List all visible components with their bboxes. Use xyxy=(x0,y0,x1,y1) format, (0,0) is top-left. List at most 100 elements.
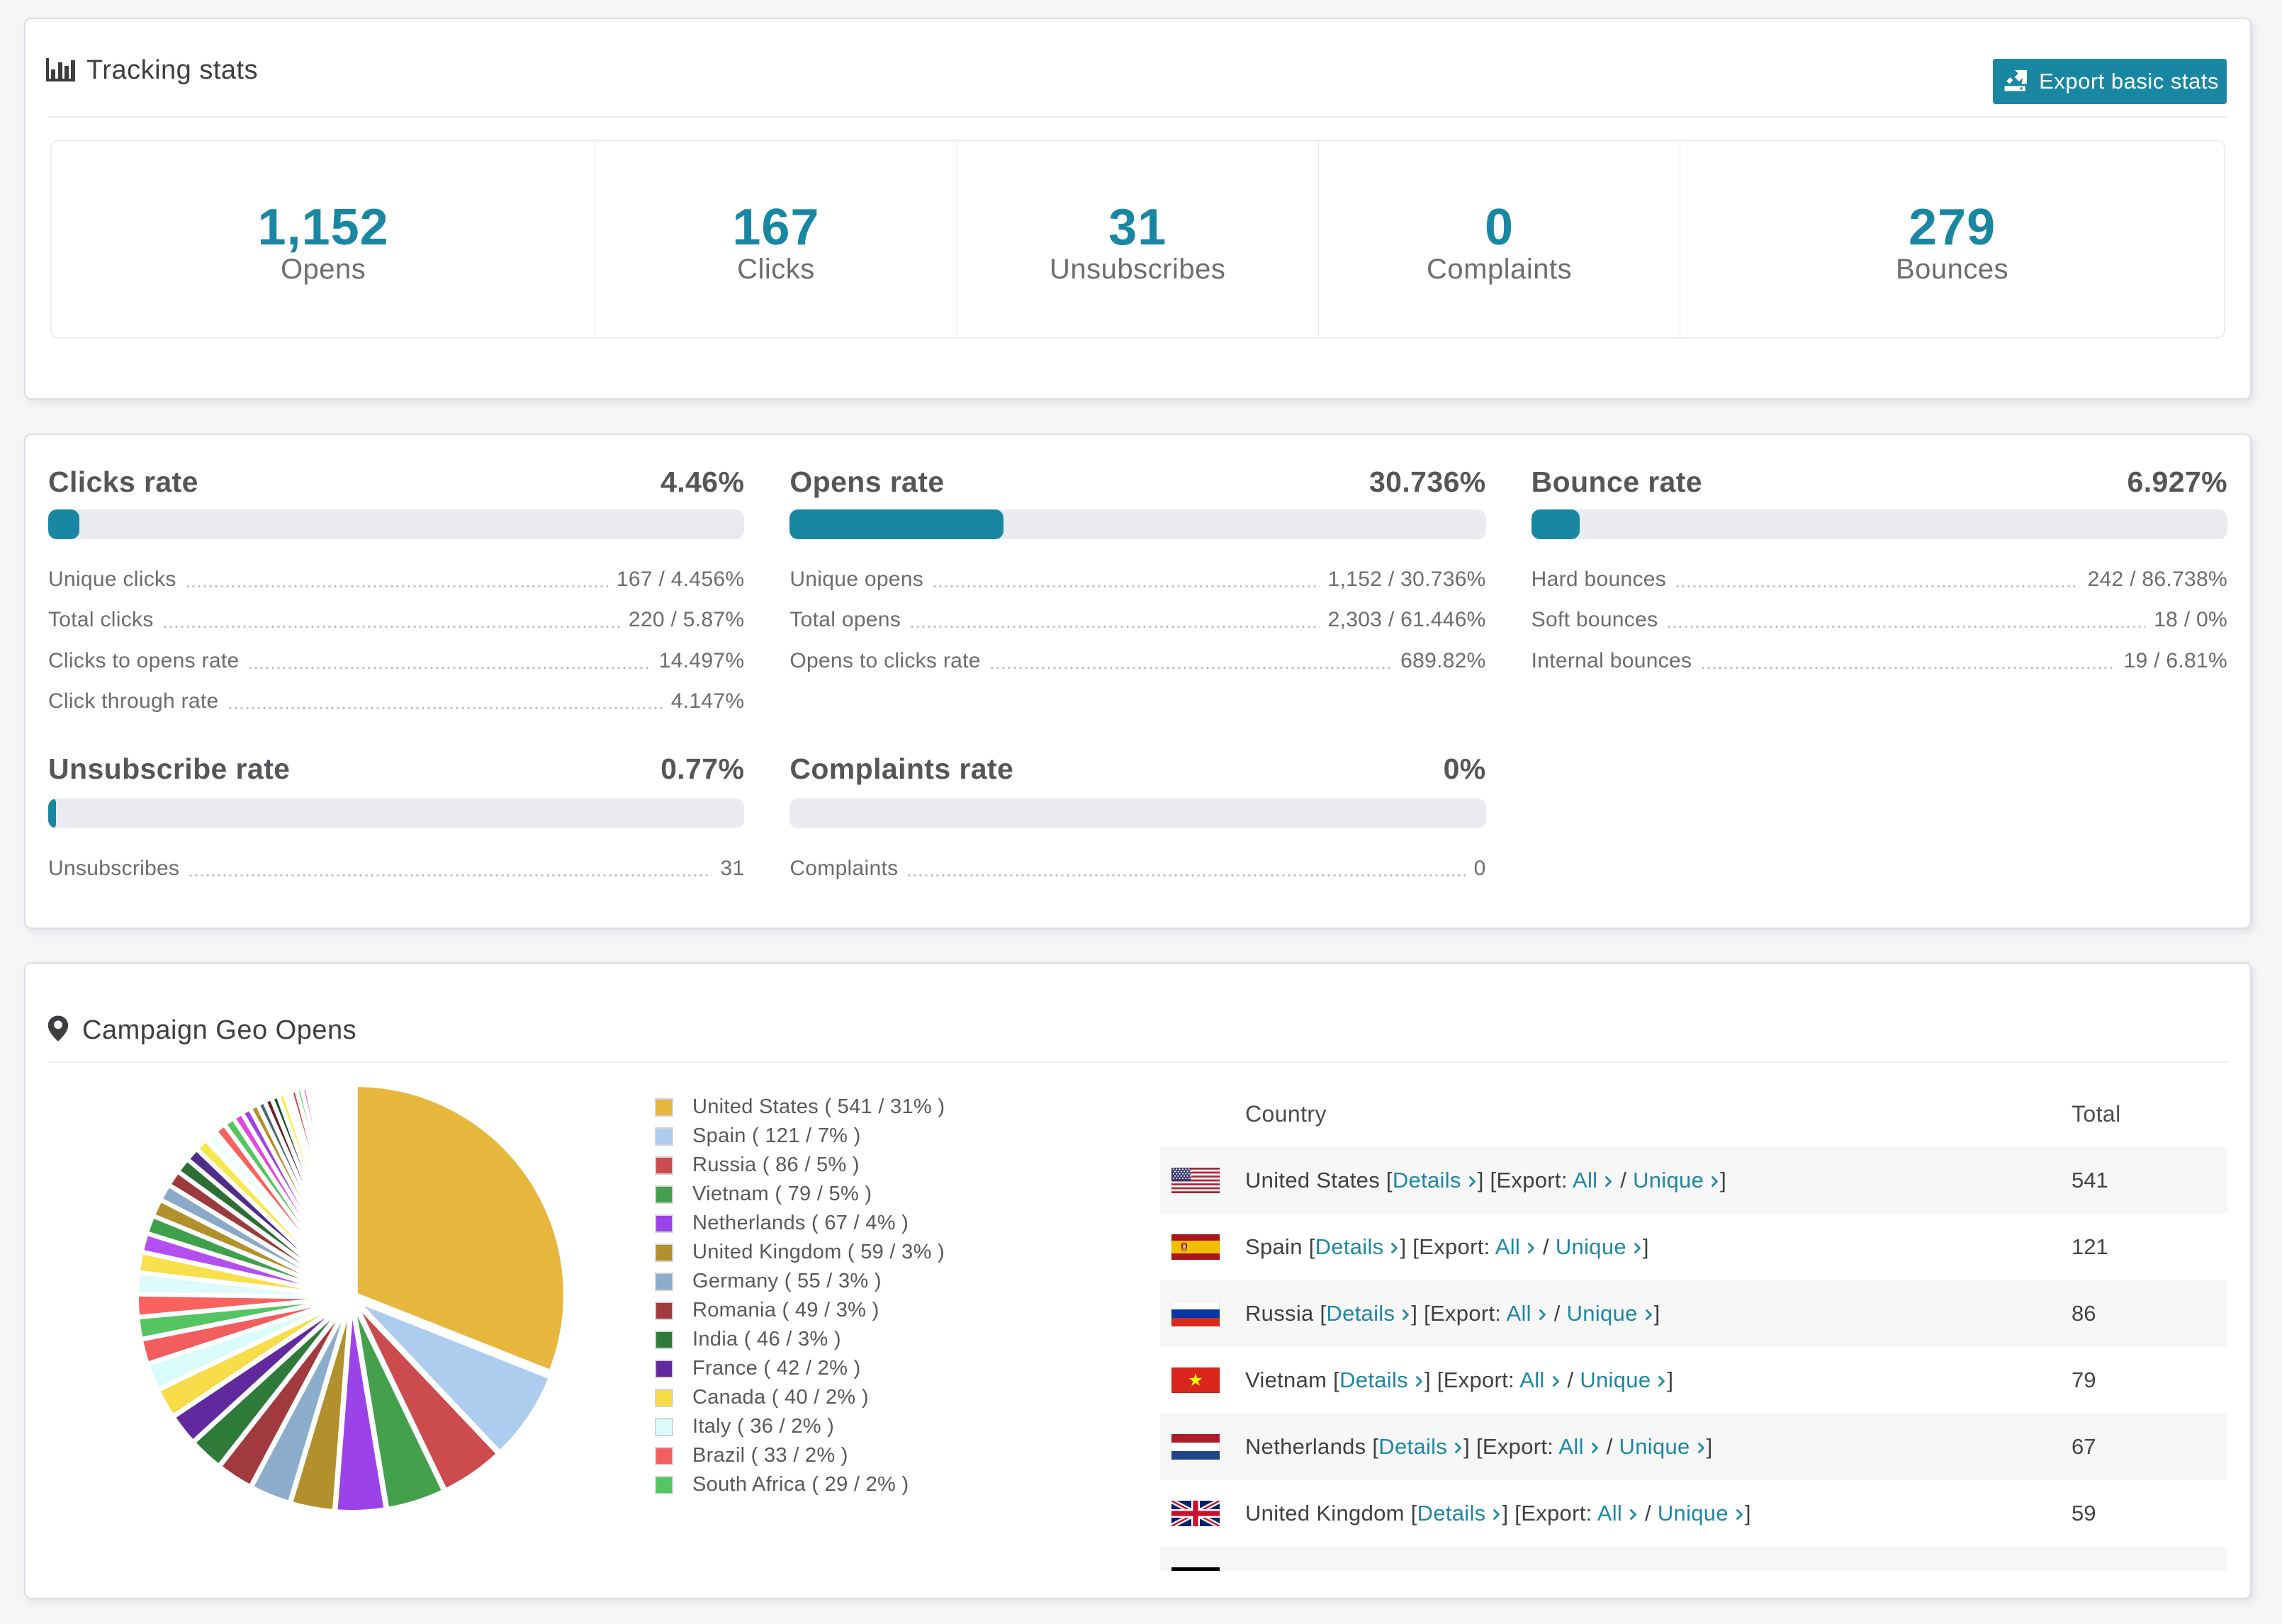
chevron-right-icon xyxy=(1528,1243,1535,1253)
rate-row-label: Soft bounces xyxy=(1531,608,1658,632)
rate-row-unique-opens: Unique opens 1,152 / 30.736% xyxy=(789,559,1485,600)
rate-row-value: 18 / 0% xyxy=(2154,608,2227,632)
dotted-leader xyxy=(247,641,651,682)
legend-item-vietnam: Vietnam ( 79 / 5% ) xyxy=(655,1180,945,1209)
geo-row-links: United Kingdom [Details] [Export: All / … xyxy=(1245,1501,1751,1526)
rate-row-value: 1,152 / 30.736% xyxy=(1327,567,1486,591)
stat-value: 167 xyxy=(732,199,820,256)
geo-title: Campaign Geo Opens xyxy=(82,1015,357,1045)
export-unique-link[interactable]: Unique xyxy=(1619,1434,1690,1459)
geo-legend: United States ( 541 / 31% ) Spain ( 121 /… xyxy=(655,1093,945,1499)
rate-progress-track xyxy=(1531,509,2227,539)
export-label: Export: xyxy=(1482,1434,1554,1459)
geo-table-header: Country Total xyxy=(1160,1063,2227,1147)
geo-header: Campaign Geo Opens xyxy=(47,964,2227,1063)
stat-cell-bounces: 279 Bounces xyxy=(1680,141,2224,337)
legend-label: India ( 46 / 3% ) xyxy=(692,1328,841,1350)
chevron-right-icon xyxy=(1591,1443,1598,1453)
legend-swatch xyxy=(655,1446,673,1465)
rate-title: Unsubscribe rate xyxy=(48,752,291,785)
tracking-stats-header: Tracking stats xyxy=(46,19,2227,118)
country-name: Russia xyxy=(1245,1301,1314,1326)
details-link[interactable]: Details xyxy=(1339,1368,1408,1392)
geo-pie-chart[interactable] xyxy=(87,1080,616,1571)
legend-swatch xyxy=(655,1417,673,1436)
legend-swatch xyxy=(655,1243,673,1262)
legend-item-france: France ( 42 / 2% ) xyxy=(655,1354,945,1383)
legend-swatch xyxy=(655,1359,673,1378)
export-all-link[interactable]: All xyxy=(1558,1434,1583,1459)
details-link[interactable]: Details xyxy=(1378,1434,1447,1459)
rate-row-value: 167 / 4.456% xyxy=(616,567,745,591)
geo-table-row-nl: Netherlands [Details] [Export: All / Uni… xyxy=(1160,1414,2227,1480)
rate-value: 4.46% xyxy=(661,466,745,498)
tracking-stats-title: Tracking stats xyxy=(86,55,259,85)
export-all-link[interactable]: All xyxy=(1507,1301,1531,1326)
legend-item-united-states: United States ( 541 / 31% ) xyxy=(655,1093,945,1122)
stat-label: Bounces xyxy=(1895,254,2009,285)
export-all-link[interactable]: All xyxy=(1530,1567,1555,1571)
export-unique-link[interactable]: Unique xyxy=(1590,1567,1661,1571)
export-unique-link[interactable]: Unique xyxy=(1658,1501,1729,1526)
rate-row-hard-bounces: Hard bounces 242 / 86.738% xyxy=(1531,559,2227,600)
chevron-right-icon xyxy=(1605,1176,1612,1187)
export-label: Export: xyxy=(1454,1567,1524,1571)
stat-label: Complaints xyxy=(1426,254,1573,285)
details-link[interactable]: Details xyxy=(1393,1168,1461,1192)
rate-row-value: 19 / 6.81% xyxy=(2123,648,2227,672)
dotted-leader xyxy=(162,599,620,641)
dotted-leader xyxy=(909,599,1320,641)
details-link[interactable]: Details xyxy=(1349,1567,1418,1571)
map-pin-icon xyxy=(47,1015,69,1042)
export-all-link[interactable]: All xyxy=(1573,1168,1597,1192)
rate-value: 0.77% xyxy=(661,752,745,785)
rate-section-complaints-rate: Complaints rate 0% Complaints 0 xyxy=(789,752,1486,889)
dotted-leader xyxy=(184,559,608,600)
export-unique-link[interactable]: Unique xyxy=(1633,1168,1704,1192)
chevron-right-icon xyxy=(1403,1309,1410,1320)
chevron-right-icon xyxy=(1455,1443,1462,1453)
export-basic-stats-button[interactable]: Export basic stats xyxy=(1993,59,2227,104)
legend-item-russia: Russia ( 86 / 5% ) xyxy=(655,1151,945,1180)
rate-progress-fill xyxy=(789,509,1004,539)
export-button-label: Export basic stats xyxy=(2039,69,2219,94)
geo-row-total: 121 xyxy=(2072,1234,2108,1259)
legend-item-romania: Romania ( 49 / 3% ) xyxy=(655,1296,945,1325)
flag-es xyxy=(1171,1234,1220,1260)
stat-value: 31 xyxy=(1108,199,1167,256)
pie-slice-59[interactable] xyxy=(348,1080,354,1295)
country-name: Netherlands xyxy=(1245,1434,1366,1459)
legend-label: United States ( 541 / 31% ) xyxy=(692,1095,945,1118)
details-link[interactable]: Details xyxy=(1417,1501,1486,1526)
details-link[interactable]: Details xyxy=(1326,1301,1395,1326)
export-unique-link[interactable]: Unique xyxy=(1567,1301,1638,1326)
chevron-right-icon xyxy=(1634,1243,1641,1253)
flag-nl xyxy=(1171,1434,1220,1460)
chevron-right-icon xyxy=(1736,1509,1743,1520)
export-label: Export: xyxy=(1430,1301,1502,1326)
rate-progress-fill xyxy=(48,509,79,539)
geo-row-links: Russia [Details] [Export: All / Unique] xyxy=(1245,1301,1660,1326)
chevron-right-icon xyxy=(1391,1243,1398,1253)
flag-ru xyxy=(1171,1301,1220,1326)
country-name: United Kingdom xyxy=(1245,1501,1405,1526)
legend-label: South Africa ( 29 / 2% ) xyxy=(692,1473,909,1496)
export-all-link[interactable]: All xyxy=(1519,1368,1544,1392)
rate-row-total-opens: Total opens 2,303 / 61.446% xyxy=(789,599,1486,641)
geo-table-row-vn: Vietnam [Details] [Export: All / Unique]… xyxy=(1160,1347,2227,1414)
geo-col-total: Total xyxy=(2072,1101,2121,1127)
dotted-leader xyxy=(227,681,663,722)
legend-label: Vietnam ( 79 / 5% ) xyxy=(692,1183,872,1205)
export-unique-link[interactable]: Unique xyxy=(1580,1368,1651,1392)
export-all-link[interactable]: All xyxy=(1495,1234,1520,1259)
legend-swatch xyxy=(655,1127,673,1146)
geo-row-total: 86 xyxy=(2072,1301,2096,1326)
rate-value: 30.736% xyxy=(1368,466,1486,498)
legend-label: United Kingdom ( 59 / 3% ) xyxy=(692,1241,945,1263)
rate-row-value: 2,303 / 61.446% xyxy=(1327,608,1486,632)
details-link[interactable]: Details xyxy=(1315,1234,1384,1259)
flag-de xyxy=(1171,1567,1220,1571)
geo-row-links: Spain [Details] [Export: All / Unique] xyxy=(1245,1234,1649,1259)
export-all-link[interactable]: All xyxy=(1597,1501,1622,1526)
export-unique-link[interactable]: Unique xyxy=(1556,1234,1626,1259)
